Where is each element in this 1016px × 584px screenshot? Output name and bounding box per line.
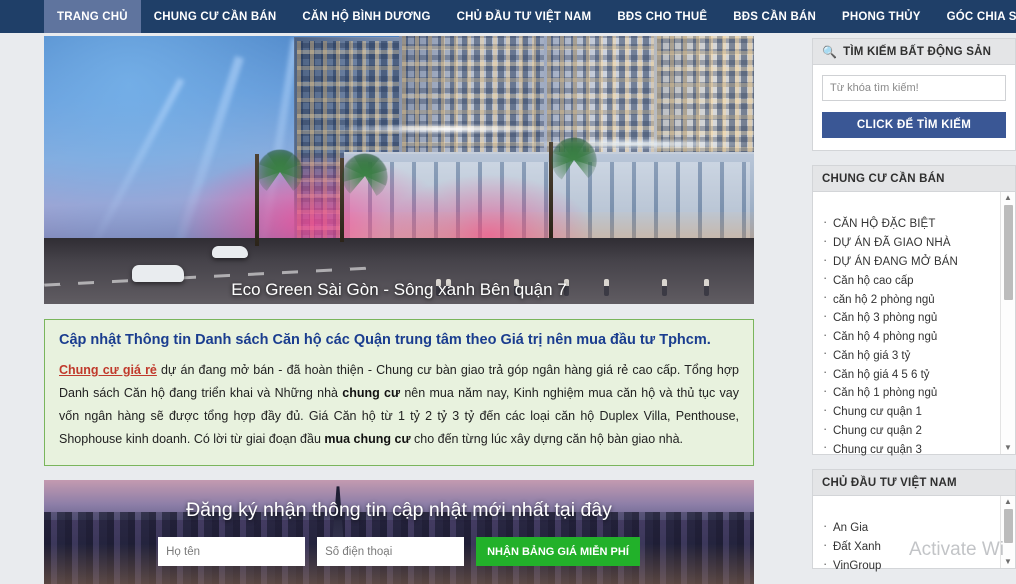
investors-panel-header: CHỦ ĐẦU TƯ VIỆT NAM	[813, 470, 1015, 496]
list-item[interactable]: Căn hộ 4 phòng ngủ	[823, 328, 1000, 347]
nav-item-goc-chia-se[interactable]: GÓC CHIA SẺ	[934, 0, 1016, 33]
apartments-panel-title: CHUNG CƯ CẦN BÁN	[822, 172, 945, 185]
search-icon: 🔍	[822, 44, 838, 59]
nav-item-bds-cho-thue[interactable]: BĐS CHO THUÊ	[604, 0, 720, 33]
list-item[interactable]: Chung cư quận 1	[823, 403, 1000, 422]
nav-item-phong-thuy[interactable]: PHONG THỦY	[829, 0, 934, 33]
scroll-down-icon[interactable]: ▼	[1004, 444, 1012, 452]
hero-caption: Eco Green Sài Gòn - Sông xanh Bên quận 7	[231, 280, 567, 299]
palm-tree	[316, 144, 396, 242]
list-item[interactable]: Căn hộ giá 4 5 6 tỷ	[823, 365, 1000, 384]
get-free-price-list-button[interactable]: NHẬN BẢNG GIÁ MIỄN PHÍ	[476, 537, 640, 567]
list-item[interactable]: Đất Xanh	[823, 538, 1000, 557]
list-item[interactable]: CĂN HỘ ĐẶC BIỆT	[823, 215, 1000, 234]
newsletter-title: Đăng ký nhận thông tin cập nhật mới nhất…	[186, 499, 612, 522]
search-input[interactable]	[822, 75, 1006, 101]
search-panel-body: CLICK ĐỂ TÌM KIẾM	[813, 65, 1015, 150]
scrollbar-thumb[interactable]	[1003, 509, 1013, 543]
nav-item-can-ho-binh-duong[interactable]: CĂN HỘ BÌNH DƯƠNG	[289, 0, 443, 33]
main-navigation: TRANG CHỦ CHUNG CƯ CẦN BÁN CĂN HỘ BÌNH D…	[0, 0, 1016, 33]
scrollbar-thumb[interactable]	[1003, 205, 1013, 300]
list-item[interactable]: Căn hộ giá 3 tỷ	[823, 346, 1000, 365]
list-item[interactable]: An Gia	[823, 519, 1000, 538]
scroll-down-icon[interactable]: ▼	[1004, 558, 1012, 566]
list-item[interactable]: DỰ ÁN ĐANG MỞ BÁN	[823, 253, 1000, 272]
search-submit-button[interactable]: CLICK ĐỂ TÌM KIẾM	[822, 112, 1006, 138]
apartments-panel: CHUNG CƯ CẦN BÁN CĂN HỘ ĐẶC BIỆT DỰ ÁN Đ…	[812, 165, 1016, 456]
list-item[interactable]: Căn hộ cao cấp	[823, 271, 1000, 290]
full-name-input[interactable]	[158, 537, 306, 567]
investors-list-scrollbar[interactable]: ▲ ▼	[1000, 496, 1015, 568]
apartments-list-scrollbar[interactable]: ▲ ▼	[1000, 192, 1015, 454]
palm-tree	[234, 140, 312, 246]
search-panel: 🔍 TÌM KIẾM BẤT ĐỘNG SẢN CLICK ĐỂ TÌM KIẾ…	[812, 38, 1016, 151]
nav-item-chu-dau-tu-viet-nam[interactable]: CHỦ ĐẦU TƯ VIỆT NAM	[444, 0, 605, 33]
list-item[interactable]: Căn hộ 3 phòng ngủ	[823, 309, 1000, 328]
nav-item-trang-chu[interactable]: TRANG CHỦ	[44, 0, 141, 33]
hero-banner[interactable]: Eco Green Sài Gòn - Sông xanh Bên quận 7	[44, 36, 754, 304]
apartments-list-wrap: CĂN HỘ ĐẶC BIỆT DỰ ÁN ĐÃ GIAO NHÀ DỰ ÁN …	[813, 192, 1015, 456]
newsletter-signup: Đăng ký nhận thông tin cập nhật mới nhất…	[44, 480, 754, 584]
nav-item-bds-can-ban[interactable]: BĐS CẦN BÁN	[720, 0, 829, 33]
search-panel-title: TÌM KIẾM BẤT ĐỘNG SẢN	[843, 45, 992, 58]
scroll-up-icon[interactable]: ▲	[1004, 498, 1012, 506]
scrollbar-track[interactable]	[1003, 509, 1013, 555]
list-item[interactable]: DỰ ÁN ĐÃ GIAO NHÀ	[823, 234, 1000, 253]
sidebar: 🔍 TÌM KIẾM BẤT ĐỘNG SẢN CLICK ĐỂ TÌM KIẾ…	[812, 33, 1016, 572]
info-box: Cập nhật Thông tin Danh sách Căn hộ các …	[44, 319, 754, 467]
investors-panel: CHỦ ĐẦU TƯ VIỆT NAM An Gia Đất Xanh VinG…	[812, 469, 1016, 572]
palm-tree	[524, 128, 606, 238]
list-item[interactable]: VinGroup	[823, 557, 1000, 576]
list-item[interactable]: căn hộ 2 phòng ngủ	[823, 290, 1000, 309]
main-content: Eco Green Sài Gòn - Sông xanh Bên quận 7…	[44, 33, 798, 584]
info-text-3: cho đến từng lúc xây dựng căn hộ bàn gia…	[410, 432, 684, 447]
nav-item-chung-cu-can-ban[interactable]: CHUNG CƯ CẦN BÁN	[141, 0, 290, 33]
investors-panel-title: CHỦ ĐẦU TƯ VIỆT NAM	[822, 476, 957, 489]
apartments-list: CĂN HỘ ĐẶC BIỆT DỰ ÁN ĐÃ GIAO NHÀ DỰ ÁN …	[813, 208, 1000, 456]
investors-list-wrap: An Gia Đất Xanh VinGroup ▲ ▼	[813, 496, 1015, 572]
list-item[interactable]: Chung cư quận 3	[823, 440, 1000, 459]
search-panel-header: 🔍 TÌM KIẾM BẤT ĐỘNG SẢN	[813, 39, 1015, 65]
info-box-paragraph: Chung cư giá rẻ dự án đang mở bán - đã h…	[59, 359, 739, 452]
scroll-up-icon[interactable]: ▲	[1004, 194, 1012, 202]
investors-list: An Gia Đất Xanh VinGroup	[813, 512, 1000, 572]
phone-number-input[interactable]	[317, 537, 465, 567]
scrollbar-track[interactable]	[1003, 205, 1013, 441]
apartments-panel-header: CHUNG CƯ CẦN BÁN	[813, 166, 1015, 192]
newsletter-form: NHẬN BẢNG GIÁ MIỄN PHÍ	[44, 537, 754, 567]
cheap-apartment-link[interactable]: Chung cư giá rẻ	[59, 363, 157, 377]
info-bold-2: mua chung cư	[324, 432, 411, 447]
car	[212, 246, 248, 258]
info-box-heading: Cập nhật Thông tin Danh sách Căn hộ các …	[59, 332, 711, 348]
page-body: Eco Green Sài Gòn - Sông xanh Bên quận 7…	[0, 33, 1016, 584]
list-item[interactable]: Căn hộ 1 phòng ngủ	[823, 384, 1000, 403]
info-bold-1: chung cư	[342, 385, 401, 400]
list-item[interactable]: Chung cư quận 2	[823, 422, 1000, 441]
